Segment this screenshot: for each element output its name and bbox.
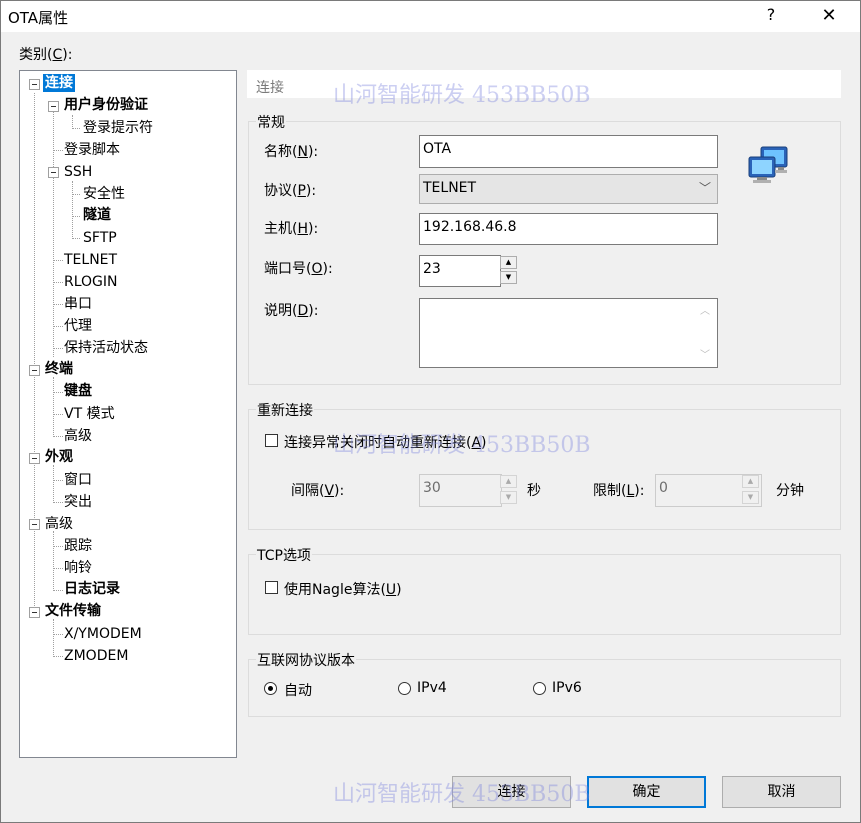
general-group-title: 常规 — [256, 112, 286, 132]
help-button[interactable]: ? — [764, 5, 778, 24]
tree-item-bell[interactable]: 响铃 — [64, 559, 92, 577]
ipv4-label[interactable]: IPv4 — [417, 680, 447, 696]
page-title: 连接 — [256, 80, 284, 96]
reconnect-group — [248, 409, 841, 530]
tree-item-serial[interactable]: 串口 — [64, 295, 92, 313]
name-input[interactable]: OTA — [419, 135, 718, 168]
tree-item-rlogin[interactable]: RLOGIN — [64, 273, 118, 291]
interval-label: 间隔(V): — [291, 483, 345, 499]
protocol-select[interactable]: TELNET ﹀ — [419, 174, 718, 204]
ipv6-radio[interactable] — [533, 682, 546, 695]
spin-down-icon[interactable]: ▼ — [742, 491, 759, 504]
scroll-up-icon[interactable]: ︿ — [700, 302, 710, 317]
tree-item-terminal[interactable]: 终端 — [45, 360, 73, 378]
collapse-icon[interactable] — [29, 607, 40, 618]
reconnect-group-title: 重新连接 — [256, 400, 314, 420]
tree-item-file-transfer[interactable]: 文件传输 — [45, 602, 101, 620]
category-tree[interactable]: 连接 用户身份验证 登录提示符 登录脚本 SSH 安全性 隧道 SFTP TEL… — [19, 70, 237, 758]
page-header — [247, 70, 841, 98]
tree-item-auth[interactable]: 用户身份验证 — [64, 96, 148, 114]
tree-item-xymodem[interactable]: X/YMODEM — [64, 625, 142, 643]
collapse-icon[interactable] — [48, 167, 59, 178]
tree-item-window[interactable]: 窗口 — [64, 471, 92, 489]
host-input[interactable]: 192.168.46.8 — [419, 213, 718, 245]
port-spinner[interactable]: ▲ ▼ — [500, 256, 518, 286]
tree-item-keepalive[interactable]: 保持活动状态 — [64, 339, 148, 357]
tree-item-ssh[interactable]: SSH — [64, 163, 92, 181]
nagle-checkbox[interactable] — [265, 581, 278, 594]
connect-button[interactable]: 连接 — [452, 776, 571, 808]
ipv6-label[interactable]: IPv6 — [552, 680, 582, 696]
tree-item-tunnel[interactable]: 隧道 — [83, 206, 111, 224]
scroll-down-icon[interactable]: ﹀ — [700, 346, 710, 361]
tree-item-vt-mode[interactable]: VT 模式 — [64, 405, 115, 423]
auto-reconnect-checkbox[interactable] — [265, 434, 278, 447]
interval-spinner[interactable]: ▲ ▼ — [500, 475, 518, 506]
ip-version-group-title: 互联网协议版本 — [256, 650, 356, 670]
tree-item-highlight[interactable]: 突出 — [64, 493, 92, 511]
seconds-unit: 秒 — [527, 483, 541, 499]
host-label: 主机(H): — [264, 221, 319, 237]
network-computers-icon — [747, 145, 791, 189]
limit-label: 限制(L): — [593, 483, 645, 499]
tree-item-connection[interactable]: 连接 — [43, 74, 75, 92]
spin-down-icon[interactable]: ▼ — [500, 491, 517, 504]
description-label: 说明(D): — [264, 303, 319, 319]
port-input[interactable]: 23 — [419, 255, 501, 287]
name-label: 名称(N): — [264, 144, 319, 160]
description-textarea[interactable] — [419, 298, 718, 368]
tree-item-terminal-advanced[interactable]: 高级 — [64, 427, 92, 445]
ip-auto-radio[interactable] — [264, 682, 277, 695]
collapse-icon[interactable] — [29, 365, 40, 376]
tree-item-zmodem[interactable]: ZMODEM — [64, 647, 128, 665]
collapse-icon[interactable] — [29, 453, 40, 464]
interval-input[interactable]: 30 — [419, 474, 502, 507]
ip-auto-label[interactable]: 自动 — [284, 680, 312, 700]
protocol-value: TELNET — [423, 180, 477, 196]
limit-spinner[interactable]: ▲ ▼ — [742, 475, 760, 506]
spin-up-icon[interactable]: ▲ — [500, 256, 517, 269]
tcp-group-title: TCP选项 — [256, 545, 312, 565]
collapse-icon[interactable] — [29, 519, 40, 530]
ok-button[interactable]: 确定 — [587, 776, 706, 808]
cancel-button[interactable]: 取消 — [722, 776, 841, 808]
tree-item-proxy[interactable]: 代理 — [64, 317, 92, 335]
close-button[interactable]: ✕ — [818, 5, 840, 26]
tree-item-keyboard[interactable]: 键盘 — [64, 382, 92, 400]
ipv4-radio[interactable] — [398, 682, 411, 695]
tree-item-sftp[interactable]: SFTP — [83, 229, 117, 247]
window-title: OTA属性 — [8, 9, 69, 27]
nagle-label[interactable]: 使用Nagle算法(U) — [284, 579, 402, 599]
protocol-label: 协议(P): — [264, 183, 317, 199]
tree-item-logging[interactable]: 日志记录 — [64, 580, 120, 598]
tree-item-advanced[interactable]: 高级 — [45, 515, 73, 533]
tree-item-appearance[interactable]: 外观 — [45, 448, 73, 466]
minutes-unit: 分钟 — [776, 483, 804, 499]
category-label: 类别(C): — [19, 47, 73, 63]
auto-reconnect-label[interactable]: 连接异常关闭时自动重新连接(A) — [284, 432, 487, 452]
collapse-icon[interactable] — [48, 101, 59, 112]
port-label: 端口号(O): — [264, 261, 333, 277]
tree-item-login-script[interactable]: 登录脚本 — [64, 141, 120, 159]
tree-item-security[interactable]: 安全性 — [83, 185, 125, 203]
spin-up-icon[interactable]: ▲ — [500, 475, 517, 488]
tree-item-trace[interactable]: 跟踪 — [64, 537, 92, 555]
tree-item-telnet[interactable]: TELNET — [64, 251, 117, 269]
spin-up-icon[interactable]: ▲ — [742, 475, 759, 488]
spin-down-icon[interactable]: ▼ — [500, 271, 517, 284]
collapse-icon[interactable] — [29, 79, 40, 90]
title-bar — [0, 0, 861, 32]
chevron-down-icon: ﹀ — [698, 181, 711, 195]
tree-item-login-prompt[interactable]: 登录提示符 — [83, 119, 153, 137]
